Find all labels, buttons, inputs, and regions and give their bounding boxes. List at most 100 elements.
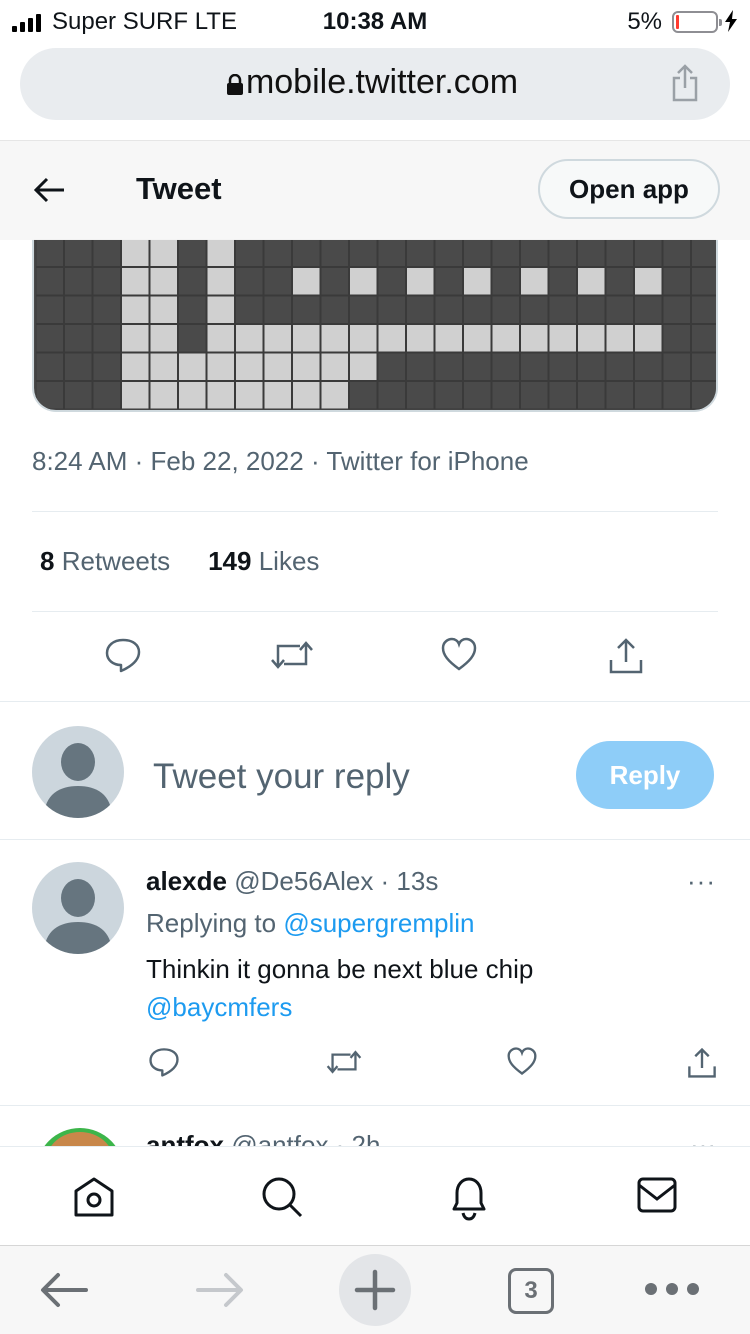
pixel-cell	[178, 267, 207, 296]
pixel-cell	[463, 381, 492, 410]
retweets-stat[interactable]: 8 Retweets	[40, 546, 170, 577]
pixel-cell	[149, 295, 178, 324]
likes-stat[interactable]: 149 Likes	[208, 546, 319, 577]
tweet-text: Thinkin it gonna be next blue chip @baycm…	[146, 950, 706, 1026]
pixel-cell	[520, 295, 549, 324]
back-arrow-icon[interactable]	[40, 1272, 88, 1308]
pixel-cell	[434, 381, 463, 410]
pixel-cell	[406, 295, 435, 324]
share-icon[interactable]	[686, 1046, 718, 1080]
more-options-icon[interactable]: ···	[690, 1130, 716, 1146]
pixel-cell	[349, 381, 378, 410]
pixel-cell	[662, 239, 691, 267]
pixel-cell	[92, 267, 121, 296]
pixel-cell	[691, 324, 716, 353]
retweet-icon[interactable]	[270, 636, 314, 674]
pixel-cell	[691, 267, 716, 296]
mention-link[interactable]: @baycmfers	[146, 992, 292, 1022]
like-icon[interactable]	[506, 1046, 538, 1076]
next-tweet[interactable]: antfox @antfox · 2h ···	[0, 1106, 750, 1146]
pixel-cell	[320, 267, 349, 296]
tweet-timestamp: 8:24 AM · Feb 22, 2022 · Twitter for iPh…	[32, 446, 529, 476]
pixel-cell	[35, 239, 64, 267]
search-icon[interactable]	[260, 1175, 304, 1219]
pixel-cell	[491, 267, 520, 296]
pixel-cell	[121, 239, 150, 267]
pixel-cell	[548, 381, 577, 410]
reply-tweet-actions	[0, 1044, 750, 1084]
retweet-icon[interactable]	[326, 1046, 362, 1078]
tweet-stats: 8 Retweets 149 Likes	[40, 546, 319, 577]
forward-arrow-icon[interactable]	[196, 1272, 244, 1308]
pixel-cell	[349, 295, 378, 324]
reply-icon[interactable]	[104, 636, 142, 674]
handle-time: @antfox · 2h	[231, 1130, 381, 1146]
display-name[interactable]: antfox	[146, 1130, 224, 1146]
pixel-cell	[463, 324, 492, 353]
tabs-icon[interactable]: 3	[508, 1268, 554, 1314]
avatar[interactable]	[32, 862, 124, 954]
pixel-cell	[520, 239, 549, 267]
pixel-cell	[292, 267, 321, 296]
pixel-cell	[64, 295, 93, 324]
like-icon[interactable]	[440, 636, 478, 672]
messages-icon[interactable]	[636, 1175, 678, 1215]
pixel-cell	[463, 352, 492, 381]
more-options-icon[interactable]: ···	[687, 866, 716, 897]
pixel-cell	[377, 381, 406, 410]
pixel-cell	[605, 267, 634, 296]
display-name[interactable]: alexde	[146, 866, 227, 896]
reply-input[interactable]: Tweet your reply	[153, 757, 410, 797]
charging-bolt-icon	[725, 10, 737, 32]
pixel-cell	[64, 381, 93, 410]
pixel-cell	[434, 267, 463, 296]
pixel-cell	[434, 295, 463, 324]
pixel-cell	[263, 267, 292, 296]
pixel-cell	[320, 295, 349, 324]
pixel-cell	[605, 381, 634, 410]
pixel-cell	[349, 267, 378, 296]
address-bar[interactable]: mobile.twitter.com	[20, 48, 730, 120]
replying-to: Replying to @supergremplin	[146, 908, 474, 939]
back-arrow-icon[interactable]	[34, 177, 66, 203]
more-icon[interactable]	[644, 1282, 700, 1296]
pixel-cell	[577, 239, 606, 267]
pixel-cell	[149, 381, 178, 410]
pixel-cell	[121, 381, 150, 410]
avatar[interactable]	[36, 1128, 124, 1146]
pixel-cell	[263, 295, 292, 324]
pixel-cell	[206, 352, 235, 381]
pixel-cell	[263, 381, 292, 410]
reply-button[interactable]: Reply	[576, 741, 714, 809]
pixel-cell	[178, 352, 207, 381]
pixel-cell	[121, 267, 150, 296]
pixel-cell	[292, 239, 321, 267]
notifications-icon[interactable]	[448, 1175, 490, 1221]
pixel-cell	[206, 324, 235, 353]
pixel-cell	[121, 324, 150, 353]
handle-time: @De56Alex · 13s	[234, 866, 439, 896]
battery-icon	[672, 11, 722, 33]
pixel-cell	[292, 352, 321, 381]
pixel-cell	[634, 324, 663, 353]
pixel-cell	[149, 324, 178, 353]
pixel-cell	[35, 352, 64, 381]
replying-to-link[interactable]: @supergremplin	[283, 908, 474, 938]
pixel-cell	[178, 239, 207, 267]
home-icon[interactable]	[72, 1175, 116, 1219]
open-app-button[interactable]: Open app	[538, 159, 720, 219]
pixel-cell	[691, 239, 716, 267]
share-icon[interactable]	[607, 636, 645, 676]
tweet-author: alexde @De56Alex · 13s	[146, 866, 438, 897]
pixel-cell	[235, 239, 264, 267]
browser-share-icon[interactable]	[670, 64, 700, 102]
reply-icon[interactable]	[148, 1046, 180, 1078]
pixel-cell	[35, 267, 64, 296]
pixel-cell	[406, 267, 435, 296]
pixel-cell	[434, 352, 463, 381]
tweet-media-image[interactable]	[32, 239, 718, 412]
pixel-cell	[691, 381, 716, 410]
pixel-cell	[434, 324, 463, 353]
pixel-cell	[634, 381, 663, 410]
new-tab-button[interactable]	[339, 1254, 411, 1326]
